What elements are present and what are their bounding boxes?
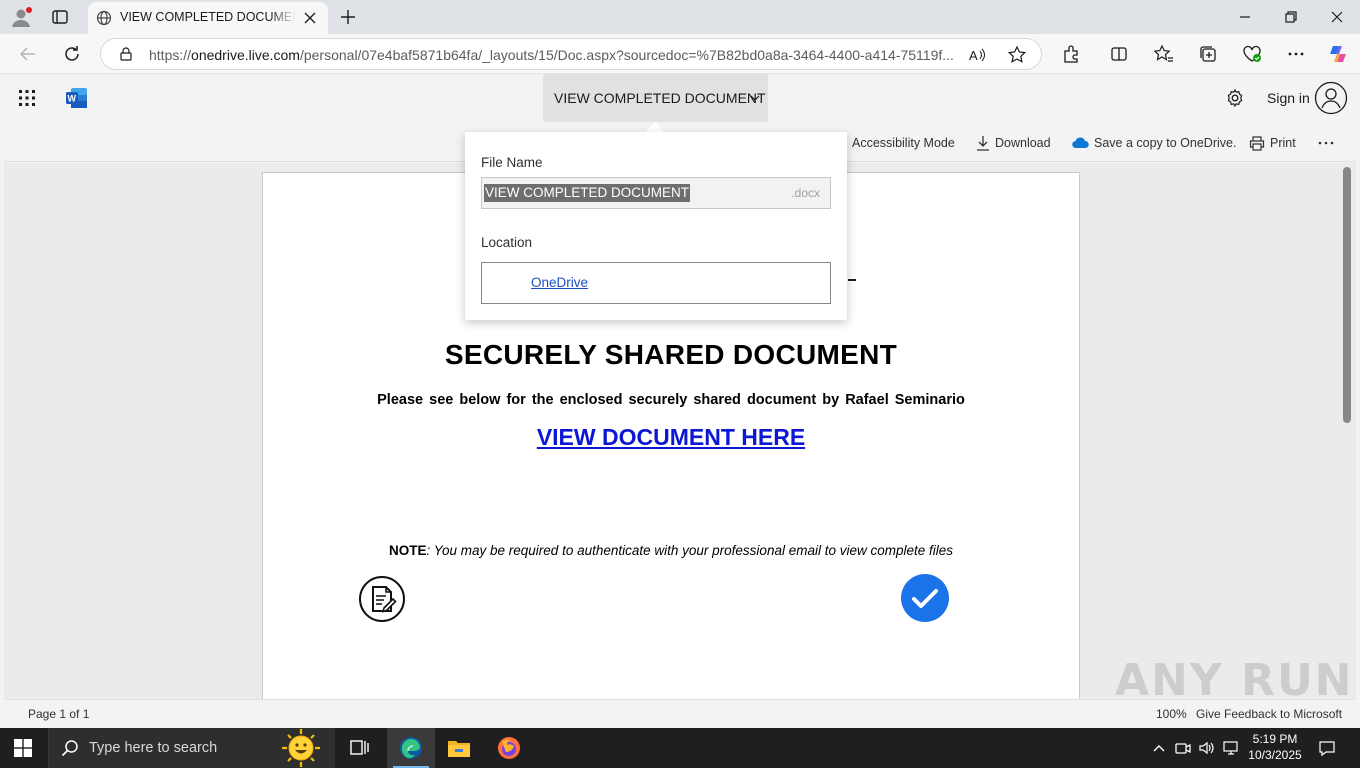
close-window-icon[interactable] [1326,6,1348,28]
task-view-button[interactable] [336,728,384,768]
word-logo-icon[interactable]: W [66,87,88,109]
refresh-icon[interactable] [61,43,83,65]
lock-icon[interactable] [118,46,134,62]
accessibility-mode-button[interactable]: Accessibility Mode [852,134,955,152]
close-tab-icon[interactable] [302,10,318,26]
clock-date: 10/3/2025 [1248,748,1302,762]
location-field: OneDrive [481,262,831,304]
more-options-icon[interactable] [1285,43,1307,65]
toolbar-more-button[interactable] [1318,134,1339,152]
tab-actions-icon[interactable] [50,7,70,27]
page-mark [848,279,856,281]
anyrun-watermark: ANY RUN [1115,655,1354,706]
page-count: Page 1 of 1 [28,707,90,721]
print-label: Print [1270,136,1296,150]
restore-icon[interactable] [1280,6,1302,28]
note-text: : You may be required to authenticate wi… [426,543,954,558]
onedrive-cloud-icon [1072,137,1089,149]
folder-icon [448,741,470,757]
location-label: Location [481,235,533,250]
vertical-scrollbar[interactable] [1343,167,1351,423]
clock-time: 5:19 PM [1252,732,1298,746]
document-edit-icon [359,576,405,622]
minimize-icon[interactable] [1234,6,1256,28]
tab-title: VIEW COMPLETED DOCUMENT.docx [120,10,296,24]
document-title-button[interactable]: VIEW COMPLETED DOCUMENT [543,74,768,122]
read-aloud-icon[interactable]: A [967,45,987,65]
show-hidden-icons-chevron-icon[interactable] [1150,739,1168,757]
document-subline: Please see below for the enclosed secure… [377,392,965,408]
volume-icon[interactable] [1198,739,1216,757]
weather-smiley-sun-icon[interactable] [271,728,331,768]
app-launcher-icon[interactable] [18,89,36,107]
svg-text:A: A [969,48,978,63]
onedrive-location-link[interactable]: OneDrive [531,275,588,290]
address-bar[interactable]: https://onedrive.live.com/personal/07e4b… [100,38,1042,70]
account-avatar-icon[interactable] [1314,81,1348,115]
firefox-icon [498,737,520,759]
file-name-value: VIEW COMPLETED DOCUMENT [484,184,691,202]
view-document-link[interactable]: VIEW DOCUMENT HERE [263,424,1079,451]
download-icon [977,136,989,151]
extensions-icon[interactable] [1060,43,1082,65]
taskbar-firefox[interactable] [485,728,533,768]
taskbar-search-box[interactable]: Type here to search [48,728,335,768]
more-dots-icon [1318,141,1334,145]
save-copy-label: Save a copy to OneDrive. [1094,136,1237,150]
svg-text:W: W [68,94,77,104]
note-label: NOTE [388,543,427,558]
task-view-icon [350,740,369,755]
url-text: https://onedrive.live.com/personal/07e4b… [149,47,954,63]
settings-gear-icon[interactable] [1225,88,1245,108]
file-extension: .docx [791,186,820,200]
accessibility-mode-label: Accessibility Mode [852,136,955,150]
windows-taskbar: Type here to search 5:19 PM 10/3/2025 [0,728,1360,768]
globe-icon [96,10,112,26]
browser-toolbar: https://onedrive.live.com/personal/07e4b… [0,34,1360,74]
word-header: W VIEW COMPLETED DOCUMENT Sign in [4,74,1356,122]
active-tab[interactable]: VIEW COMPLETED DOCUMENT.docx [88,2,328,34]
save-copy-button[interactable]: Save a copy to OneDrive. [1072,134,1236,152]
sign-in-link[interactable]: Sign in [1267,90,1310,106]
taskbar-file-explorer[interactable] [435,728,483,768]
chevron-down-icon [750,95,760,101]
feedback-link[interactable]: Give Feedback to Microsoft [1196,707,1342,721]
file-name-label: File Name [481,155,543,170]
print-button[interactable]: Print [1249,134,1296,152]
new-tab-icon[interactable] [338,7,358,27]
browser-tab-strip: VIEW COMPLETED DOCUMENT.docx [0,0,1360,34]
taskbar-clock[interactable]: 5:19 PM 10/3/2025 [1245,731,1305,763]
document-note: NOTE: You may be required to authenticat… [263,543,1079,558]
download-label: Download [995,136,1051,150]
document-heading: SECURELY SHARED DOCUMENT [444,339,898,370]
notifications-icon[interactable] [1318,739,1336,757]
document-title: VIEW COMPLETED DOCUMENT [554,90,766,106]
network-icon[interactable] [1222,739,1240,757]
edge-browser-icon [400,737,422,759]
printer-icon [1249,135,1265,151]
collections-icon[interactable] [1197,43,1219,65]
check-circle-icon [901,574,949,622]
copilot-icon[interactable] [1327,43,1349,65]
file-name-popup: File Name VIEW COMPLETED DOCUMENT .docx … [465,132,847,320]
download-button[interactable]: Download [976,134,1051,152]
zoom-level[interactable]: 100% [1156,707,1187,721]
favorites-icon[interactable] [1152,43,1174,65]
back-icon[interactable] [17,43,39,65]
meet-now-icon[interactable] [1174,739,1192,757]
favorite-star-icon[interactable] [1007,45,1027,65]
taskbar-edge[interactable] [387,728,435,768]
split-screen-icon[interactable] [1108,43,1130,65]
windows-start-icon[interactable] [14,739,32,757]
search-placeholder: Type here to search [89,740,218,756]
file-name-input[interactable]: VIEW COMPLETED DOCUMENT .docx [481,177,831,209]
profile-icon[interactable] [10,6,32,28]
browser-essentials-icon[interactable] [1241,43,1263,65]
search-icon [61,740,78,757]
